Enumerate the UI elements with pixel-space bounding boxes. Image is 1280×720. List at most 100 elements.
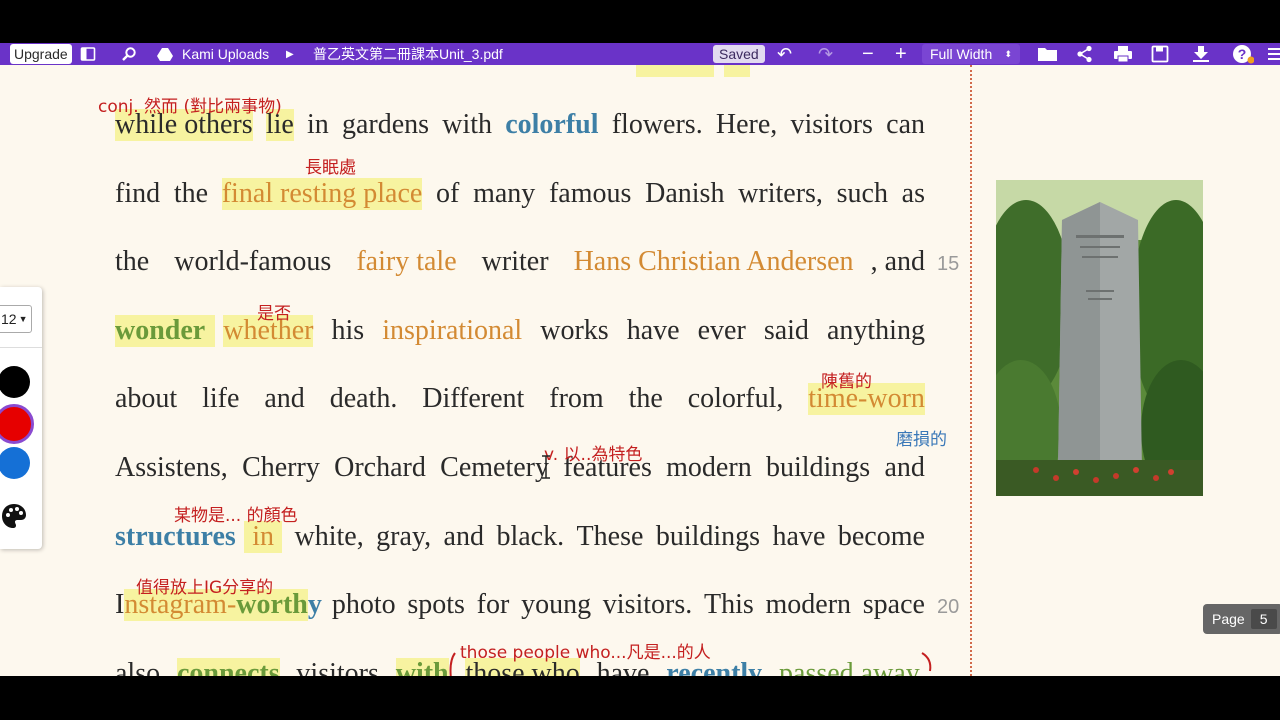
word: famous xyxy=(548,178,632,209)
palette-icon[interactable] xyxy=(0,502,28,535)
word: many xyxy=(473,178,536,209)
word: and xyxy=(884,452,925,483)
word: inspirational xyxy=(382,315,523,346)
pdf-page[interactable]: while others lie in gardens with colorfu… xyxy=(0,65,1280,676)
color-swatch-blue[interactable] xyxy=(0,447,30,479)
text-line: about life and death. Different from the… xyxy=(115,383,925,415)
font-size-select[interactable]: 12 ▼ xyxy=(0,305,32,333)
word: colorful, xyxy=(687,383,784,414)
word: Cemetery xyxy=(440,452,549,483)
word: for xyxy=(476,589,510,620)
zoom-out-icon[interactable]: − xyxy=(862,43,874,65)
word: life xyxy=(202,383,240,414)
word: I xyxy=(115,589,125,620)
word: also xyxy=(115,658,161,676)
help-icon[interactable]: ? xyxy=(1232,43,1254,65)
word: works xyxy=(540,315,609,346)
margin-line xyxy=(970,65,972,676)
color-swatch-red[interactable] xyxy=(0,404,34,444)
text-line: wonder whether his inspirational works h… xyxy=(115,315,925,347)
word: with xyxy=(442,109,493,140)
word: gray, xyxy=(376,521,432,552)
word: from xyxy=(549,383,604,414)
word: connects xyxy=(176,658,280,676)
file-name[interactable]: 普乙英文第二冊課本Unit_3.pdf xyxy=(313,43,503,65)
word: become xyxy=(837,521,925,552)
sidebar-icon[interactable] xyxy=(80,43,98,65)
annotation-note[interactable]: 是否 xyxy=(257,299,291,324)
undo-icon[interactable]: ↶ xyxy=(777,43,792,65)
text-line: Assistens, Cherry Orchard Cemetery featu… xyxy=(115,452,925,484)
top-toolbar: Upgrade Kami Uploads ▶ 普乙英文第二冊課本Unit_3.p… xyxy=(0,43,1280,65)
word: death. xyxy=(329,383,398,414)
bracket-mark xyxy=(921,652,932,672)
save-icon[interactable] xyxy=(1151,43,1169,65)
zoom-select[interactable]: Full Width ⬍ xyxy=(922,44,1020,64)
word: buildings xyxy=(655,521,761,552)
word: gardens xyxy=(341,109,430,140)
breadcrumb-root[interactable]: Kami Uploads xyxy=(182,43,269,65)
text-line: find the final resting place of many fam… xyxy=(115,178,925,210)
annotation-note[interactable]: v. 以..為特色 xyxy=(544,440,642,465)
word: black. xyxy=(496,521,565,552)
bracket-mark xyxy=(449,652,456,676)
page-number: 5 xyxy=(1250,609,1277,629)
gravestone-photo xyxy=(996,180,1203,496)
line-rest: photo spots for young visitors. This mod… xyxy=(332,589,925,621)
word: visitors xyxy=(296,658,379,676)
word: buildings xyxy=(765,452,871,483)
word: and xyxy=(264,383,305,414)
menu-icon[interactable] xyxy=(1268,43,1280,65)
word: his xyxy=(331,315,365,346)
word: Orchard xyxy=(334,452,426,483)
word: y xyxy=(307,589,322,620)
word: fairy tale xyxy=(356,246,457,277)
text-line: the world-famous fairy tale writer Hans … xyxy=(115,246,925,278)
annotation-toolbar: 12 ▼ xyxy=(0,287,42,549)
word: find xyxy=(115,178,161,209)
folder-icon[interactable] xyxy=(1037,43,1059,65)
word: visitors. xyxy=(602,589,693,620)
word: said xyxy=(763,315,809,346)
zoom-value: Full Width xyxy=(930,46,993,62)
word: visitors xyxy=(790,109,873,140)
annotation-note[interactable]: 長眠處 xyxy=(305,153,356,178)
font-size-value: 12 xyxy=(1,311,17,327)
share-icon[interactable] xyxy=(1076,43,1094,65)
annotation-note[interactable]: 某物是... 的顏色 xyxy=(174,501,298,526)
word: wonder xyxy=(115,315,216,347)
annotation-note[interactable]: 磨損的 xyxy=(896,425,947,450)
annotation-note[interactable]: 值得放上IG分享的 xyxy=(136,573,273,598)
chevron-down-icon: ▼ xyxy=(18,314,28,324)
word: with xyxy=(395,658,449,676)
word: modern xyxy=(666,452,752,483)
word: writers, xyxy=(738,178,823,209)
saved-status: Saved xyxy=(713,45,765,63)
word: Here, xyxy=(715,109,778,140)
chevron-right-icon: ▶ xyxy=(286,48,294,60)
word: have xyxy=(626,315,680,346)
print-icon[interactable] xyxy=(1113,43,1133,65)
word: Assistens, xyxy=(115,452,228,483)
word: anything xyxy=(826,315,925,346)
word: spots xyxy=(407,589,465,620)
word: space xyxy=(862,589,925,620)
redo-icon[interactable]: ↷ xyxy=(818,43,833,65)
word: white, xyxy=(294,521,364,552)
word: about xyxy=(115,383,178,414)
search-icon[interactable] xyxy=(121,43,139,65)
word: These xyxy=(576,521,644,552)
word: the xyxy=(628,383,663,414)
annotation-note[interactable]: conj. 然而 (對比兩事物) xyxy=(98,92,282,117)
word: colorful xyxy=(505,109,599,140)
divider xyxy=(0,347,42,348)
word: have xyxy=(772,521,826,552)
zoom-in-icon[interactable]: + xyxy=(895,43,907,65)
upgrade-button[interactable]: Upgrade xyxy=(10,44,72,64)
page-indicator[interactable]: Page 5 xyxy=(1203,604,1280,634)
word: Cherry xyxy=(242,452,320,483)
annotation-note[interactable]: 陳舊的 xyxy=(821,367,872,392)
color-swatch-black[interactable] xyxy=(0,366,30,398)
annotation-note[interactable]: those people who...凡是...的人 xyxy=(460,638,711,663)
download-icon[interactable] xyxy=(1192,43,1210,65)
